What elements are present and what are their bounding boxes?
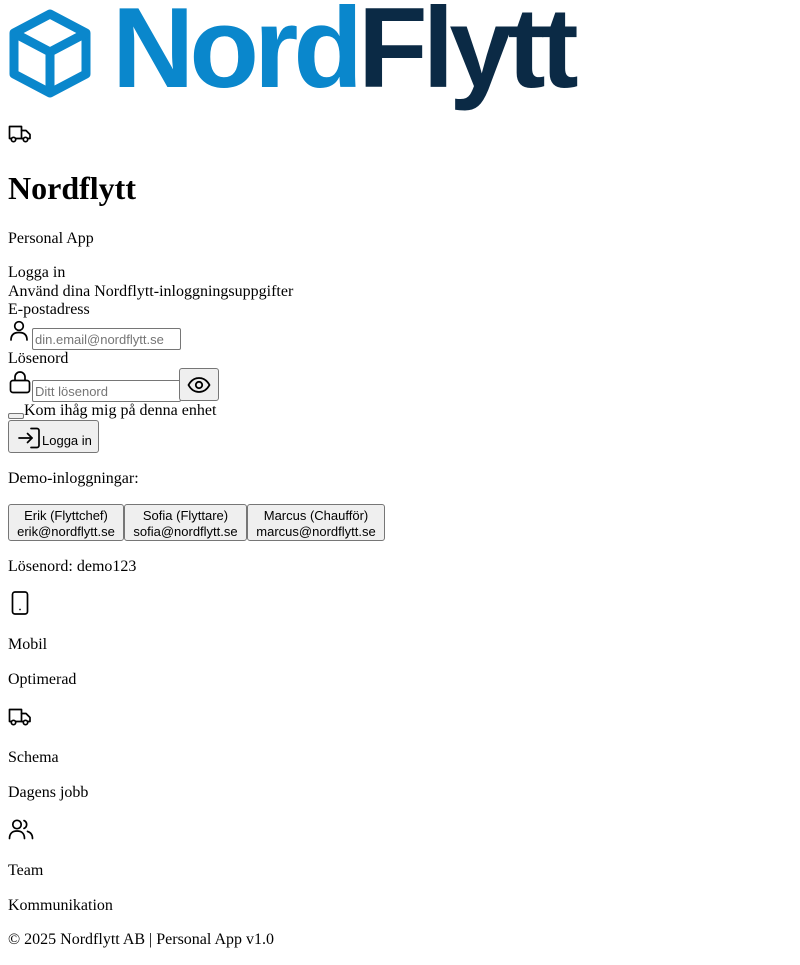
users-icon (8, 819, 34, 840)
logo-wordmark: NordFlytt (112, 0, 579, 106)
lock-icon (9, 371, 31, 394)
remember-me-checkbox[interactable] (8, 413, 24, 419)
feature-subtitle: Dagens jobb (8, 784, 89, 801)
page-subtitle: Personal App (8, 230, 94, 247)
logo-nord-text: Nord (112, 0, 363, 112)
demo-user-email: sofia@nordflytt.se (133, 523, 238, 539)
truck-icon (8, 708, 31, 726)
demo-heading: Demo-inloggningar: (8, 470, 139, 487)
email-label: E-postadress (8, 301, 90, 318)
feature-subtitle: Kommunikation (8, 897, 113, 914)
demo-login-erik-button[interactable]: Erik (Flyttchef) erik@nordflytt.se (8, 504, 124, 541)
feature-title: Mobil (8, 636, 48, 653)
demo-user-name: Sofia (Flyttare) (142, 507, 229, 523)
demo-login-marcus-button[interactable]: Marcus (Chaufför) marcus@nordflytt.se (247, 504, 385, 541)
demo-user-name: Erik (Flyttchef) (24, 507, 108, 523)
truck-icon (8, 125, 31, 143)
feature-subtitle: Optimerad (8, 671, 77, 688)
eye-icon (187, 376, 211, 393)
email-input[interactable] (32, 328, 181, 350)
page-title: Nordflytt (8, 170, 136, 206)
toggle-password-button[interactable] (179, 368, 219, 401)
login-heading: Logga in (8, 264, 66, 281)
log-in-icon (18, 427, 40, 449)
demo-login-sofia-button[interactable]: Sofia (Flyttare) sofia@nordflytt.se (124, 504, 247, 541)
smartphone-icon (11, 591, 29, 615)
feature-title: Schema (8, 749, 59, 766)
demo-user-email: marcus@nordflytt.se (256, 523, 376, 539)
login-button-label: Logga in (42, 433, 92, 448)
remember-me-label: Kom ihåg mig på denna enhet (24, 402, 217, 419)
cube-icon (9, 9, 91, 98)
user-icon (10, 320, 28, 341)
nordflytt-logo: NordFlytt (8, 0, 708, 118)
password-input[interactable] (32, 380, 181, 402)
demo-user-email: erik@nordflytt.se (17, 523, 115, 539)
logo-flytt-text: Flytt (357, 0, 579, 112)
login-button[interactable]: Logga in (8, 420, 99, 453)
demo-user-name: Marcus (Chaufför) (263, 507, 369, 523)
password-label: Lösenord (8, 350, 69, 367)
footer-text: © 2025 Nordflytt AB | Personal App v1.0 (8, 931, 275, 948)
feature-title: Team (8, 862, 44, 879)
login-description: Använd dina Nordflytt-inloggningsuppgift… (8, 283, 294, 300)
demo-password-note: Lösenord: demo123 (8, 558, 137, 575)
